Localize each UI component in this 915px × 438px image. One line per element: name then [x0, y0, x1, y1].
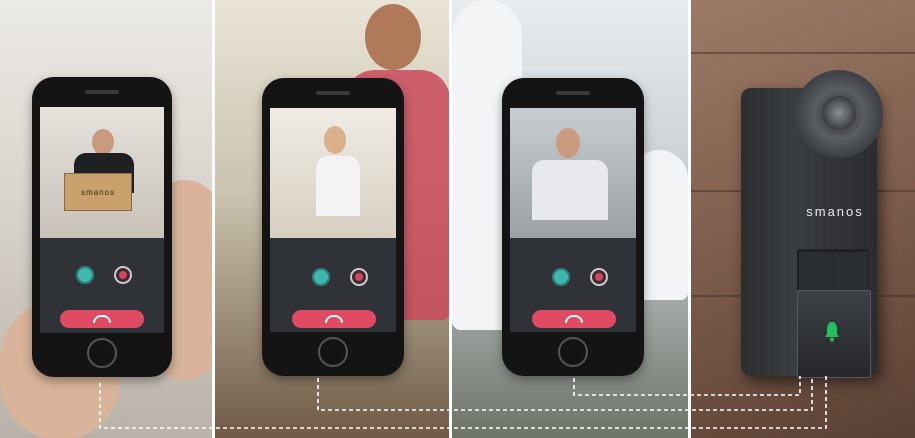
- promo-image: smanos smanos: [0, 0, 915, 438]
- dashed-link-1: [99, 376, 827, 429]
- dashed-link-3: [573, 376, 801, 396]
- connection-lines: [99, 376, 827, 429]
- dashed-link-2: [317, 376, 813, 411]
